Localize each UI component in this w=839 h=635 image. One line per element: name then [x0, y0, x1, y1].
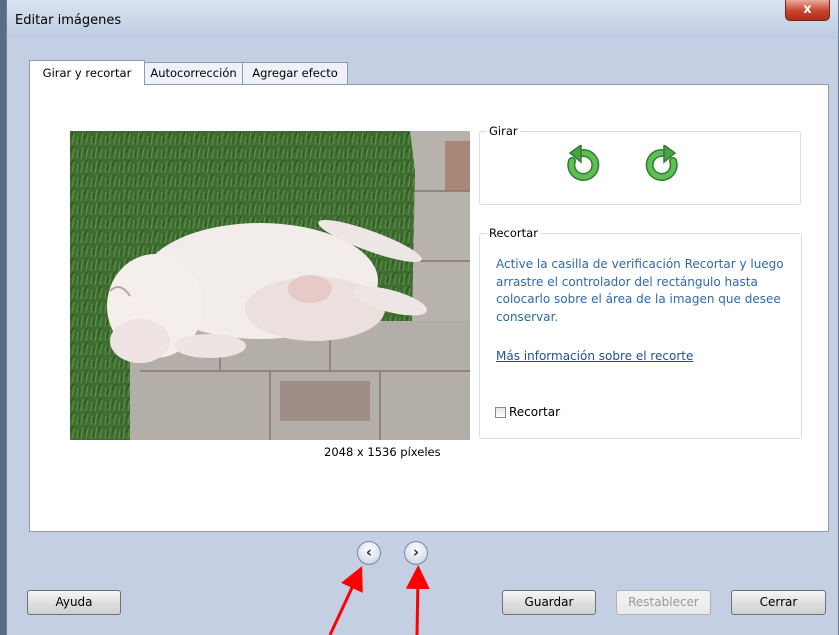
- annotation-arrow-left: [328, 566, 363, 635]
- tab-rotate-crop[interactable]: Girar y recortar: [29, 60, 145, 85]
- annotation-arrow-right: [405, 565, 430, 635]
- annotation-arrows: [328, 565, 430, 635]
